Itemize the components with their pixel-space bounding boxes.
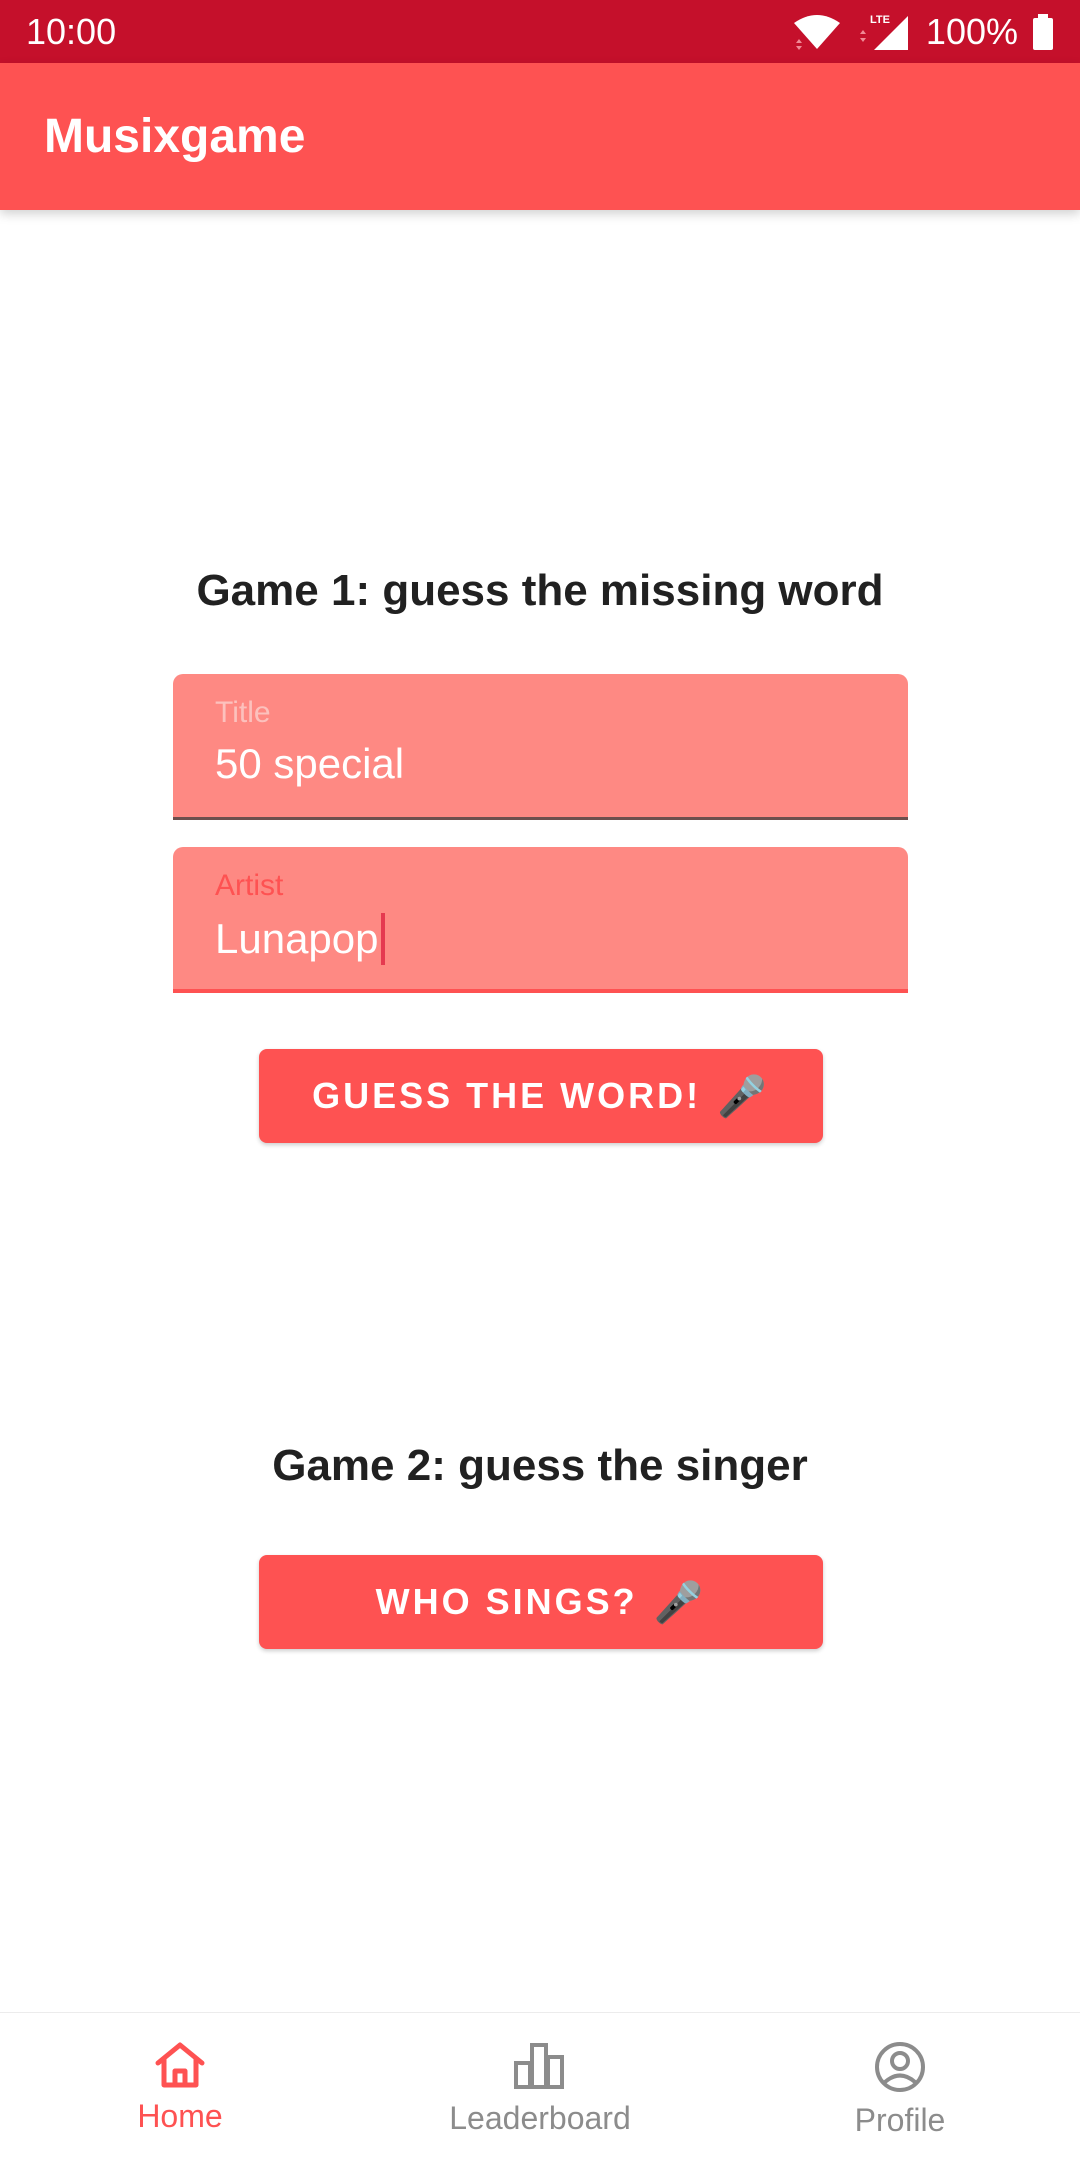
network-type-label: LTE xyxy=(870,14,890,26)
status-time: 10:00 xyxy=(26,10,117,52)
battery-icon xyxy=(1032,13,1054,50)
title-field-value[interactable]: 50 special xyxy=(215,740,404,788)
guess-the-word-button[interactable]: GUESS THE WORD! 🎤 xyxy=(259,1049,823,1143)
game2-heading: Game 2: guess the singer xyxy=(272,1441,808,1490)
who-sings-button[interactable]: WHO SINGS? 🎤 xyxy=(259,1555,823,1649)
nav-item-home[interactable]: Home xyxy=(0,2013,360,2160)
battery-percent: 100% xyxy=(925,10,1018,52)
wifi-icon xyxy=(792,13,842,51)
nav-label-leaderboard: Leaderboard xyxy=(449,2100,631,2136)
leaderboard-icon xyxy=(512,2041,568,2096)
cell-signal-icon: LTE xyxy=(856,12,912,52)
nav-item-leaderboard[interactable]: Leaderboard xyxy=(360,2013,720,2160)
bottom-navigation: Home Leaderboard Profile xyxy=(0,2012,1080,2160)
app-title: Musixgame xyxy=(44,110,306,163)
artist-input-field[interactable]: Artist Lunapop xyxy=(173,847,908,993)
title-field-label: Title xyxy=(215,696,271,729)
home-icon xyxy=(154,2041,206,2094)
status-bar: 10:00 LTE 100% xyxy=(0,0,1080,63)
text-cursor xyxy=(380,913,385,965)
guess-the-word-label: GUESS THE WORD! xyxy=(312,1075,702,1116)
profile-icon xyxy=(874,2041,926,2098)
title-input-field[interactable]: Title 50 special xyxy=(173,674,908,820)
artist-field-label: Artist xyxy=(215,869,284,902)
artist-field-value[interactable]: Lunapop xyxy=(215,915,379,963)
app-bar: Musixgame xyxy=(0,63,1080,210)
nav-label-home: Home xyxy=(137,2098,223,2134)
artist-field-value-wrap[interactable]: Lunapop xyxy=(215,913,385,965)
nav-item-profile[interactable]: Profile xyxy=(720,2013,1080,2160)
game1-heading: Game 1: guess the missing word xyxy=(196,566,884,615)
microphone-icon: 🎤 xyxy=(717,1074,770,1119)
microphone-icon: 🎤 xyxy=(653,1580,707,1625)
who-sings-label: WHO SINGS? xyxy=(375,1581,638,1622)
nav-label-profile: Profile xyxy=(854,2102,946,2138)
status-icons: LTE 100% xyxy=(792,11,1054,53)
